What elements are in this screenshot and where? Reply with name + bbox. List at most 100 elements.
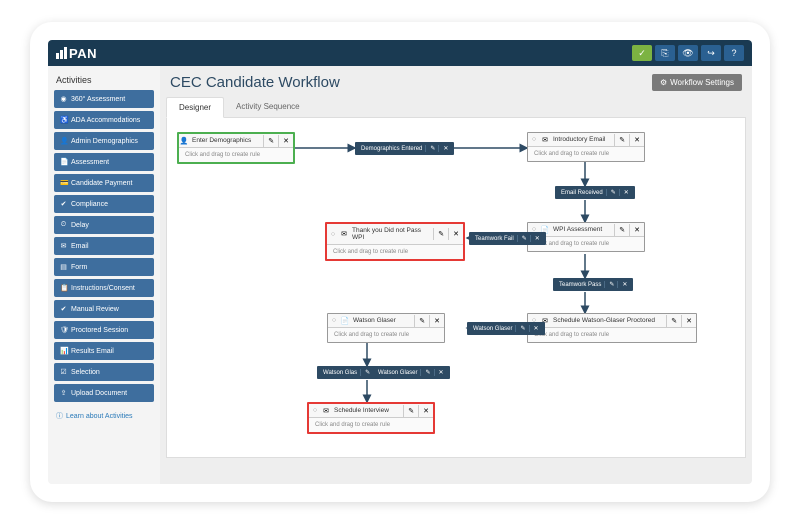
edit-icon[interactable]: ✎ (614, 224, 629, 236)
topbar-action-help[interactable]: ? (724, 45, 744, 61)
sidebar-item-icon: 💳 (60, 179, 67, 187)
radio-icon[interactable]: ○ (327, 231, 339, 238)
edit-icon[interactable]: ✎ (517, 235, 527, 242)
tab-designer[interactable]: Designer (166, 97, 224, 118)
sidebar-title: Activities (54, 72, 154, 90)
sidebar-item-candidate-payment[interactable]: 💳Candidate Payment (54, 174, 154, 192)
connector-teamwork-pass[interactable]: Teamwork Pass✎✕ (553, 278, 633, 291)
sidebar-item-label: ADA Accommodations (71, 117, 140, 124)
sidebar-item-label: Delay (71, 222, 89, 229)
edit-icon[interactable]: ✎ (606, 189, 616, 196)
sidebar-item-icon: 📊 (60, 347, 67, 355)
connector-demographics-entered[interactable]: Demographics Entered✎✕ (355, 142, 454, 155)
sidebar-item-proctored-session[interactable]: 🛡Proctored Session (54, 321, 154, 339)
edit-icon[interactable]: ✎ (614, 134, 629, 146)
sidebar-item-label: Results Email (71, 348, 114, 355)
close-icon[interactable]: ✕ (529, 325, 539, 332)
edit-icon[interactable]: ✎ (360, 369, 370, 376)
sidebar-item-instructions-consent[interactable]: 📋 Instructions/Consent (54, 279, 154, 297)
sidebar-item-delay[interactable]: ⏲ Delay (54, 216, 154, 234)
topbar-action-view[interactable]: 👁 (678, 45, 698, 61)
close-icon[interactable]: ✕ (681, 315, 696, 327)
close-icon[interactable]: ✕ (278, 135, 293, 147)
edit-icon[interactable]: ✎ (604, 281, 614, 288)
learn-activities-link[interactable]: ⓘ Learn about Activities (54, 405, 154, 427)
sidebar-item-label: Instructions/Consent (71, 285, 135, 292)
edit-icon[interactable]: ✎ (263, 135, 278, 147)
sidebar-item-email[interactable]: ✉Email (54, 237, 154, 255)
page-title: CEC Candidate Workflow (170, 74, 340, 91)
radio-icon[interactable]: ○ (528, 136, 540, 143)
sidebar-item-form[interactable]: ▤Form (54, 258, 154, 276)
close-icon[interactable]: ✕ (418, 405, 433, 417)
topbar-action-check[interactable]: ✓ (632, 45, 652, 61)
workflow-canvas[interactable]: 👤Enter Demographics✎✕ Click and drag to … (166, 118, 746, 458)
info-icon: ⓘ (56, 411, 63, 421)
sidebar-item-icon: ✔ (60, 305, 67, 313)
sidebar-item-label: Assessment (71, 159, 109, 166)
sidebar-item-results-email[interactable]: 📊 Results Email (54, 342, 154, 360)
sidebar-item-label: Proctored Session (71, 327, 128, 334)
close-icon[interactable]: ✕ (617, 281, 627, 288)
close-icon[interactable]: ✕ (434, 369, 444, 376)
sidebar-item-ada-accommodations[interactable]: ♿ ADA Accommodations (54, 111, 154, 129)
sidebar-item-manual-review[interactable]: ✔Manual Review (54, 300, 154, 318)
edit-icon[interactable]: ✎ (515, 325, 525, 332)
node-schedule-watson-glaser[interactable]: ○✉Schedule Watson-Glaser Proctored✎✕ Cli… (527, 313, 697, 343)
sidebar-item-icon: 📋 (60, 284, 67, 292)
node-introductory-email[interactable]: ○✉Introductory Email✎✕ Click and drag to… (527, 132, 645, 162)
node-enter-demographics[interactable]: 👤Enter Demographics✎✕ Click and drag to … (177, 132, 295, 164)
sidebar-item-icon: ◉ (60, 95, 67, 103)
sidebar-item-selection[interactable]: ☑Selection (54, 363, 154, 381)
close-icon[interactable]: ✕ (429, 315, 444, 327)
sidebar-item-label: Compliance (71, 201, 108, 208)
topbar-action-share[interactable]: ↪ (701, 45, 721, 61)
edit-icon[interactable]: ✎ (666, 315, 681, 327)
sidebar-item-admin-demographics[interactable]: 👤 Admin Demographics (54, 132, 154, 150)
sidebar-item-label: Selection (71, 369, 100, 376)
sidebar-item-icon: ✔ (60, 200, 67, 208)
close-icon[interactable]: ✕ (438, 145, 448, 152)
sidebar-item-icon: ⏲ (60, 221, 67, 229)
mail-icon: ✉ (321, 407, 331, 415)
node-did-not-pass-wpi[interactable]: ○✉Thank you Did not Pass WPI✎✕ Click and… (325, 222, 465, 261)
connector-email-received[interactable]: Email Received✎✕ (555, 186, 635, 199)
close-icon[interactable]: ✕ (619, 189, 629, 196)
tabs: Designer Activity Sequence (166, 97, 746, 118)
connector-watson-glaser-2[interactable]: Watson Glaser✎✕ (372, 366, 450, 379)
sidebar-item-label: 360° Assessment (71, 96, 125, 103)
connector-watson-glaser[interactable]: Watson Glaser✎✕ (467, 322, 545, 335)
topbar-actions: ✓ ⎘ 👁 ↪ ? (632, 45, 744, 61)
main-content: CEC Candidate Workflow ⚙ Workflow Settin… (160, 66, 752, 484)
topbar-action-copy[interactable]: ⎘ (655, 45, 675, 61)
node-schedule-interview[interactable]: ○✉Schedule Interview✎✕ Click and drag to… (307, 402, 435, 434)
node-watson-glaser[interactable]: ○📄Watson Glaser✎✕ Click and drag to crea… (327, 313, 445, 343)
sidebar-item-label: Admin Demographics (71, 138, 138, 145)
connector-teamwork-fail[interactable]: Teamwork Fail✎✕ (469, 232, 546, 245)
sidebar: Activities ◉ 360° Assessment ♿ ADA Accommod… (48, 66, 160, 484)
sidebar-item-compliance[interactable]: ✔ Compliance (54, 195, 154, 213)
close-icon[interactable]: ✕ (530, 235, 540, 242)
edit-icon[interactable]: ✎ (403, 405, 418, 417)
gear-icon: ⚙ (660, 78, 667, 87)
radio-icon[interactable]: ○ (328, 317, 340, 324)
sidebar-item-icon: ⇪ (60, 389, 67, 397)
edit-icon[interactable]: ✎ (433, 228, 448, 240)
sidebar-item-assessment[interactable]: 📄 Assessment (54, 153, 154, 171)
logo-text: PAN (69, 46, 97, 61)
radio-icon[interactable]: ○ (309, 407, 321, 414)
sidebar-item-icon: ♿ (60, 116, 67, 124)
edit-icon[interactable]: ✎ (414, 315, 429, 327)
workflow-settings-button[interactable]: ⚙ Workflow Settings (652, 74, 742, 91)
sidebar-item-icon: 👤 (60, 137, 67, 145)
logo: PAN (56, 46, 97, 61)
edit-icon[interactable]: ✎ (420, 369, 430, 376)
close-icon[interactable]: ✕ (629, 134, 644, 146)
tab-activity-sequence[interactable]: Activity Sequence (224, 97, 312, 117)
sidebar-item-upload-document[interactable]: ⇪Upload Document (54, 384, 154, 402)
edit-icon[interactable]: ✎ (425, 145, 435, 152)
close-icon[interactable]: ✕ (448, 228, 463, 240)
sidebar-item-icon: 📄 (60, 158, 67, 166)
close-icon[interactable]: ✕ (629, 224, 644, 236)
sidebar-item-360-assessment[interactable]: ◉ 360° Assessment (54, 90, 154, 108)
